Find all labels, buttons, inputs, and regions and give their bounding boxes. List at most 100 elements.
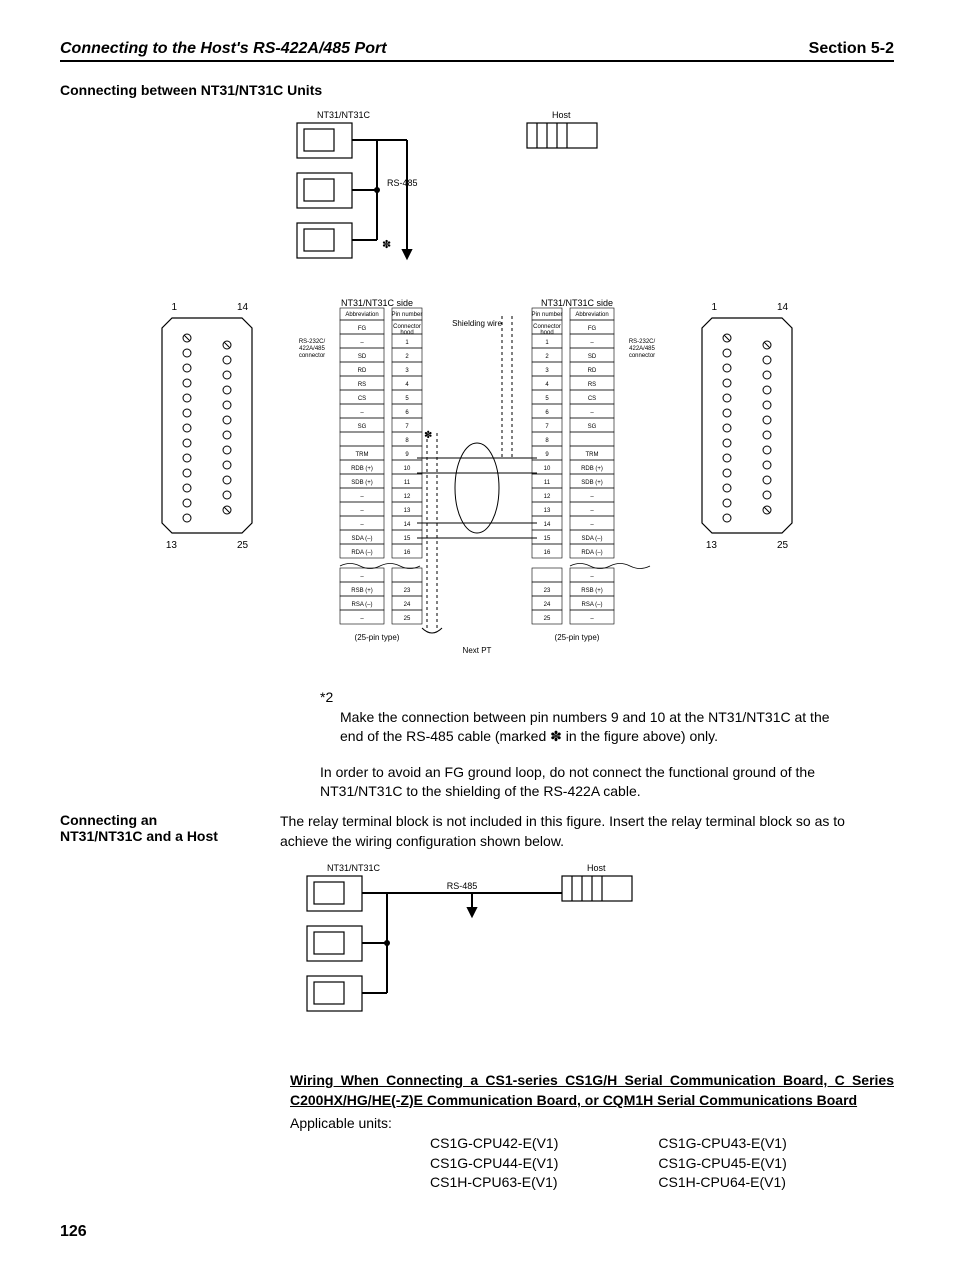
svg-text:RDB (+): RDB (+) (581, 466, 603, 472)
svg-text:23: 23 (544, 588, 551, 594)
svg-text:1: 1 (405, 340, 409, 346)
svg-text:SDB (+): SDB (+) (581, 480, 603, 486)
svg-text:–: – (590, 494, 594, 500)
svg-text:Abbreviation: Abbreviation (575, 312, 608, 318)
svg-text:25: 25 (777, 540, 789, 551)
host-label: Host (552, 110, 571, 120)
star-marker: ✽ (382, 239, 391, 251)
svg-text:RD: RD (358, 368, 367, 374)
svg-text:FG: FG (588, 326, 597, 332)
section2-title: Connecting an NT31/NT31C and a Host (60, 812, 240, 851)
svg-text:RSA (–): RSA (–) (351, 602, 372, 608)
svg-text:–: – (360, 410, 364, 416)
svg-text:2: 2 (405, 354, 409, 360)
svg-text:12: 12 (404, 494, 411, 500)
unit: CS1H-CPU63-E(V1) (430, 1173, 558, 1193)
section-connecting-host: Connecting an NT31/NT31C and a Host The … (60, 812, 894, 851)
svg-text:CS: CS (358, 396, 366, 402)
svg-text:RS-232C/: RS-232C/ (629, 339, 656, 345)
unit: CS1H-CPU64-E(V1) (658, 1173, 786, 1193)
svg-text:6: 6 (405, 410, 409, 416)
svg-text:Abbreviation: Abbreviation (345, 312, 378, 318)
svg-text:–: – (590, 340, 594, 346)
svg-text:23: 23 (404, 588, 411, 594)
svg-text:14: 14 (777, 302, 789, 313)
diagram-nt31-chain: NT31/NT31C Host RS-485 ✽ (60, 108, 894, 278)
svg-text:SD: SD (358, 354, 367, 360)
svg-text:–: – (360, 522, 364, 528)
svg-text:13: 13 (544, 508, 551, 514)
header-left: Connecting to the Host's RS-422A/485 Por… (60, 40, 387, 58)
svg-text:RS: RS (588, 382, 596, 388)
svg-text:(25-pin type): (25-pin type) (355, 633, 400, 642)
rs485-label: RS-485 (387, 178, 418, 188)
svg-text:CS: CS (588, 396, 596, 402)
svg-text:Shielding wire: Shielding wire (452, 319, 502, 328)
svg-text:14: 14 (404, 522, 411, 528)
svg-text:connector: connector (299, 353, 325, 359)
unit: CS1G-CPU44-E(V1) (430, 1154, 558, 1174)
svg-text:15: 15 (544, 536, 551, 542)
svg-text:SG: SG (358, 424, 367, 430)
svg-text:RSB (+): RSB (+) (581, 588, 603, 594)
section2-text: The relay terminal block is not included… (280, 812, 894, 851)
svg-text:hood: hood (400, 330, 413, 336)
svg-text:8: 8 (405, 438, 409, 444)
svg-text:7: 7 (405, 424, 409, 430)
svg-text:RSB (+): RSB (+) (351, 588, 373, 594)
unit: CS1G-CPU42-E(V1) (430, 1134, 558, 1154)
svg-text:25: 25 (544, 616, 551, 622)
svg-text:RSA (–): RSA (–) (581, 602, 602, 608)
page-header: Connecting to the Host's RS-422A/485 Por… (60, 40, 894, 62)
svg-text:–: – (590, 410, 594, 416)
svg-text:5: 5 (545, 396, 549, 402)
svg-text:6: 6 (545, 410, 549, 416)
svg-text:RS: RS (358, 382, 366, 388)
svg-text:3: 3 (545, 368, 549, 374)
svg-text:–: – (360, 494, 364, 500)
applicable-units-label: Applicable units: (290, 1114, 894, 1134)
svg-text:SDA (–): SDA (–) (581, 536, 602, 542)
svg-text:422A/485: 422A/485 (299, 346, 325, 352)
svg-text:13: 13 (706, 540, 718, 551)
svg-text:9: 9 (405, 452, 409, 458)
note-2: *2 Make the connection between pin numbe… (320, 688, 834, 747)
svg-text:5: 5 (405, 396, 409, 402)
svg-text:14: 14 (544, 522, 551, 528)
svg-text:–: – (590, 616, 594, 622)
wiring-heading: Wiring When Connecting a CS1-series CS1G… (290, 1071, 894, 1110)
unit: CS1G-CPU45-E(V1) (658, 1154, 786, 1174)
svg-text:24: 24 (544, 602, 551, 608)
svg-text:–: – (360, 574, 364, 580)
svg-text:12: 12 (544, 494, 551, 500)
svg-text:–: – (360, 340, 364, 346)
svg-text:hood: hood (540, 330, 553, 336)
svg-text:10: 10 (404, 466, 411, 472)
svg-text:24: 24 (404, 602, 411, 608)
svg-text:RDB (+): RDB (+) (351, 466, 373, 472)
svg-text:SDA (–): SDA (–) (351, 536, 372, 542)
svg-text:RDA (–): RDA (–) (351, 550, 372, 556)
svg-text:–: – (590, 522, 594, 528)
svg-text:2: 2 (545, 354, 549, 360)
svg-text:422A/485: 422A/485 (629, 346, 655, 352)
svg-text:Host: Host (587, 863, 606, 873)
unit: CS1G-CPU43-E(V1) (658, 1134, 786, 1154)
svg-text:15: 15 (404, 536, 411, 542)
svg-text:TRM: TRM (586, 452, 599, 458)
svg-text:7: 7 (545, 424, 549, 430)
svg-text:Pin number: Pin number (532, 312, 563, 318)
page-number: 126 (60, 1223, 894, 1241)
units-list: CS1G-CPU42-E(V1) CS1G-CPU44-E(V1) CS1H-C… (430, 1134, 894, 1193)
svg-text:SG: SG (588, 424, 597, 430)
svg-text:13: 13 (166, 540, 178, 551)
svg-text:4: 4 (545, 382, 549, 388)
svg-text:RS-232C/: RS-232C/ (299, 339, 326, 345)
svg-text:4: 4 (405, 382, 409, 388)
svg-text:RS-485: RS-485 (447, 881, 478, 891)
diagram-nt31-host: NT31/NT31C Host RS-485 (60, 861, 894, 1051)
pinout-diagram: 1 14 13 25 1 14 13 25 NT31/NT31C side (60, 298, 894, 668)
svg-text:RD: RD (588, 368, 597, 374)
svg-text:11: 11 (544, 480, 551, 486)
note-text: Make the connection between pin numbers … (340, 708, 834, 747)
